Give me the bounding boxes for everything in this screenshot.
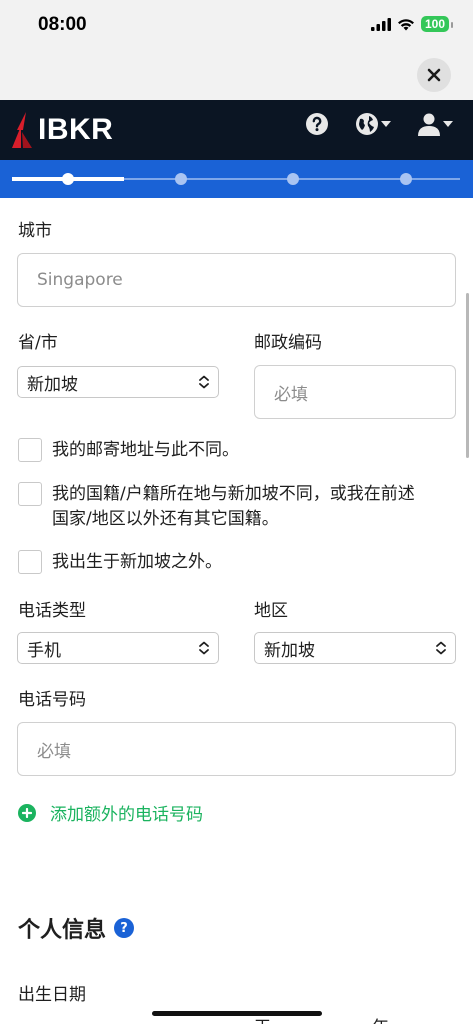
globe-icon — [356, 113, 378, 135]
progress-step-2 — [175, 173, 187, 185]
mailing-address-checkbox[interactable] — [18, 438, 42, 462]
province-label: 省/市 — [18, 333, 58, 353]
province-select-value: 新加坡 — [27, 374, 78, 395]
progress-step-1 — [62, 173, 74, 185]
citizenship-label-line1: 我的国籍/户籍所在地与新加坡不同，或我在前述 — [52, 484, 415, 504]
wifi-icon — [397, 18, 414, 30]
chevron-updown-icon — [199, 375, 209, 389]
city-input[interactable]: Singapore — [17, 253, 456, 307]
citizenship-checkbox-row[interactable]: 我的国籍/户籍所在地与新加坡不同，或我在前述 国家/地区以外还有其它国籍。 — [18, 482, 415, 532]
phone-type-select-value: 手机 — [27, 640, 61, 661]
app-header: IBKR — [0, 100, 473, 160]
ibkr-logo: IBKR — [12, 112, 113, 148]
close-icon — [427, 68, 441, 82]
plus-circle-icon — [18, 803, 36, 822]
status-bar: 08:00 100 — [0, 0, 473, 52]
birth-date-label: 出生日期 — [18, 985, 86, 1005]
chevron-updown-icon — [436, 641, 446, 655]
progress-step-3 — [287, 173, 299, 185]
phone-type-select[interactable]: 手机 — [17, 632, 219, 664]
region-select-value: 新加坡 — [264, 640, 315, 661]
account-button[interactable] — [417, 112, 453, 136]
help-button[interactable] — [305, 112, 329, 136]
mailing-address-checkbox-row[interactable]: 我的邮寄地址与此不同。 — [18, 438, 239, 463]
birthplace-label: 我出生于新加坡之外。 — [52, 552, 222, 572]
city-label: 城市 — [18, 221, 52, 241]
user-icon — [418, 113, 440, 136]
sheet-top-bar — [0, 52, 473, 100]
region-select[interactable]: 新加坡 — [254, 632, 456, 664]
progress-step-4 — [400, 173, 412, 185]
status-icons: 100 — [370, 16, 454, 32]
birthplace-checkbox[interactable] — [18, 550, 42, 574]
citizenship-label: 我的国籍/户籍所在地与新加坡不同，或我在前述 国家/地区以外还有其它国籍。 — [52, 482, 415, 532]
region-label: 地区 — [254, 601, 288, 621]
add-phone-label: 添加额外的电话号码 — [50, 805, 203, 825]
logo-text: IBKR — [38, 113, 114, 146]
battery-indicator: 100 — [420, 16, 454, 32]
phone-number-label: 电话号码 — [18, 690, 86, 710]
signal-icon — [370, 17, 391, 31]
chevron-down-icon — [381, 121, 391, 127]
form-content: 城市 Singapore 省/市 邮政编码 新加坡 必填 我的邮寄地址与此不同。… — [0, 198, 473, 1024]
progress-stepper — [0, 160, 473, 198]
phone-number-input[interactable]: 必填 — [17, 722, 456, 776]
postal-code-label: 邮政编码 — [254, 333, 322, 353]
home-indicator[interactable] — [152, 1011, 322, 1016]
scrollbar[interactable] — [466, 293, 469, 458]
postal-code-input[interactable]: 必填 — [254, 365, 456, 419]
personal-info-title: 个人信息 — [18, 918, 107, 943]
province-select[interactable]: 新加坡 — [17, 366, 219, 398]
personal-info-help-icon[interactable]: ? — [114, 918, 135, 938]
personal-info-section-title: 个人信息 ? — [18, 912, 135, 944]
phone-type-label: 电话类型 — [18, 601, 86, 621]
status-time: 08:00 — [38, 14, 87, 35]
close-button[interactable] — [417, 58, 451, 92]
header-icons — [305, 112, 453, 136]
birthplace-checkbox-row[interactable]: 我出生于新加坡之外。 — [18, 550, 222, 575]
logo-mark-icon — [12, 112, 32, 148]
citizenship-label-line2: 国家/地区以外还有其它国籍。 — [52, 509, 279, 529]
chevron-down-icon — [443, 121, 453, 127]
birth-year-label: 年 — [372, 1013, 389, 1024]
help-icon — [306, 113, 328, 135]
language-button[interactable] — [355, 112, 391, 136]
chevron-updown-icon — [199, 641, 209, 655]
mailing-address-label: 我的邮寄地址与此不同。 — [52, 440, 239, 460]
add-phone-button[interactable]: 添加额外的电话号码 — [18, 800, 203, 825]
citizenship-checkbox[interactable] — [18, 482, 42, 506]
